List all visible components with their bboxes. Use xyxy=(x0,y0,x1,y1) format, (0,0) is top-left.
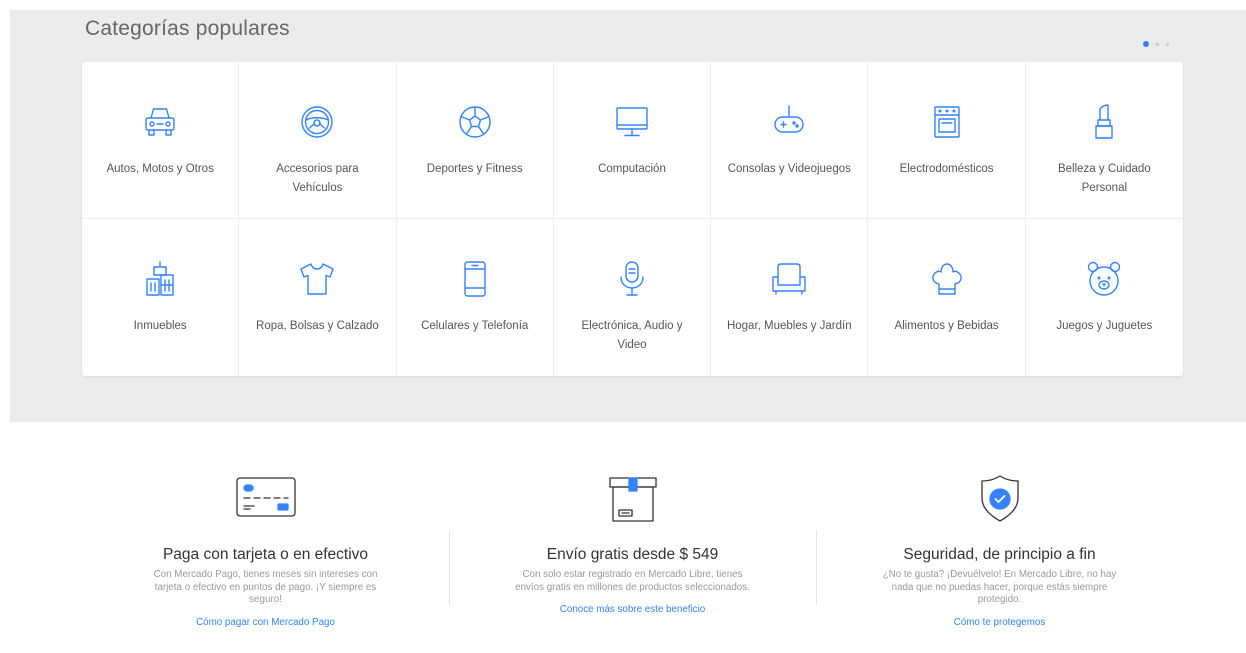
benefit-payment: Paga con tarjeta o en efectivo Con Merca… xyxy=(82,466,449,653)
benefit-description: ¿No te gusta? ¡Devuélvelo! En Mercado Li… xyxy=(882,569,1117,605)
chef-hat-icon xyxy=(925,257,969,301)
oven-icon xyxy=(925,100,969,144)
benefit-link-shipping[interactable]: Conoce más sobre este beneficio xyxy=(560,604,705,615)
category-accesorios-vehiculos[interactable]: Accesorios para Vehículos xyxy=(239,62,397,219)
benefit-shipping: Envío gratis desde $ 549 Con solo estar … xyxy=(449,466,816,653)
category-computacion[interactable]: Computación xyxy=(553,62,712,219)
benefit-description: Con Mercado Pago, tienes meses sin inter… xyxy=(153,569,378,605)
category-label: Consolas y Videojuegos xyxy=(727,163,851,175)
benefit-link-security[interactable]: Cómo te protegemos xyxy=(954,617,1045,628)
gamepad-icon xyxy=(767,100,811,144)
car-icon xyxy=(138,100,182,144)
category-inmuebles[interactable]: Inmuebles xyxy=(82,219,240,376)
category-electrodomesticos[interactable]: Electrodomésticos xyxy=(868,62,1026,219)
steering-wheel-icon xyxy=(295,100,339,144)
pager-dot-3[interactable] xyxy=(1166,42,1169,46)
category-label: Celulares y Telefonía xyxy=(421,320,529,332)
cellphone-icon xyxy=(453,257,497,301)
category-ropa[interactable]: Ropa, Bolsas y Calzado xyxy=(239,219,397,376)
category-label: Alimentos y Bebidas xyxy=(894,320,999,332)
category-label: Electrónica, Audio y Video xyxy=(581,320,683,351)
soccer-ball-icon xyxy=(453,100,497,144)
monitor-icon xyxy=(610,100,654,144)
carousel-pager[interactable] xyxy=(1143,41,1169,47)
armchair-icon xyxy=(767,257,811,301)
credit-card-icon xyxy=(230,466,302,526)
benefit-title: Envío gratis desde $ 549 xyxy=(546,546,719,563)
category-label: Computación xyxy=(598,163,666,175)
category-consolas[interactable]: Consolas y Videojuegos xyxy=(711,62,869,219)
benefit-description: Con solo estar registrado en Mercado Lib… xyxy=(515,569,750,593)
benefit-title: Seguridad, de principio a fin xyxy=(903,546,1096,563)
category-hogar[interactable]: Hogar, Muebles y Jardín xyxy=(711,219,869,376)
lipstick-icon xyxy=(1082,100,1126,144)
category-label: Juegos y Juguetes xyxy=(1056,320,1153,332)
category-label: Ropa, Bolsas y Calzado xyxy=(256,320,379,332)
benefit-title: Paga con tarjeta o en efectivo xyxy=(162,546,369,563)
category-alimentos[interactable]: Alimentos y Bebidas xyxy=(868,219,1026,376)
benefit-link-payment[interactable]: Cómo pagar con Mercado Pago xyxy=(196,617,335,628)
teddy-bear-icon xyxy=(1082,257,1126,301)
buildings-icon xyxy=(138,257,182,301)
category-label: Autos, Motos y Otros xyxy=(106,163,214,175)
category-deportes[interactable]: Deportes y Fitness xyxy=(396,62,554,219)
pager-dot-2[interactable] xyxy=(1156,42,1159,46)
category-label: Deportes y Fitness xyxy=(426,163,523,175)
category-celulares[interactable]: Celulares y Telefonía xyxy=(397,219,554,376)
category-belleza[interactable]: Belleza y Cuidado Personal xyxy=(1025,62,1183,219)
category-label: Inmuebles xyxy=(133,320,187,332)
category-label: Accesorios para Vehículos xyxy=(276,163,359,194)
category-label: Belleza y Cuidado Personal xyxy=(1057,163,1151,194)
category-electronica[interactable]: Electrónica, Audio y Video xyxy=(554,219,712,376)
category-autos[interactable]: Autos, Motos y Otros xyxy=(82,62,240,219)
category-label: Electrodomésticos xyxy=(899,163,994,175)
benefit-security: Seguridad, de principio a fin ¿No te gus… xyxy=(816,466,1183,653)
categories-grid: Autos, Motos y Otros Accesorios para Veh… xyxy=(82,62,1183,376)
benefits-section: Paga con tarjeta o en efectivo Con Merca… xyxy=(82,466,1183,653)
shipping-box-icon xyxy=(597,466,669,526)
tshirt-icon xyxy=(295,257,339,301)
pager-dot-1[interactable] xyxy=(1143,41,1149,47)
category-juguetes[interactable]: Juegos y Juguetes xyxy=(1026,219,1183,376)
microphone-icon xyxy=(610,257,654,301)
shield-check-icon xyxy=(964,466,1036,526)
section-title: Categorías populares xyxy=(85,17,290,40)
category-label: Hogar, Muebles y Jardín xyxy=(726,320,852,332)
